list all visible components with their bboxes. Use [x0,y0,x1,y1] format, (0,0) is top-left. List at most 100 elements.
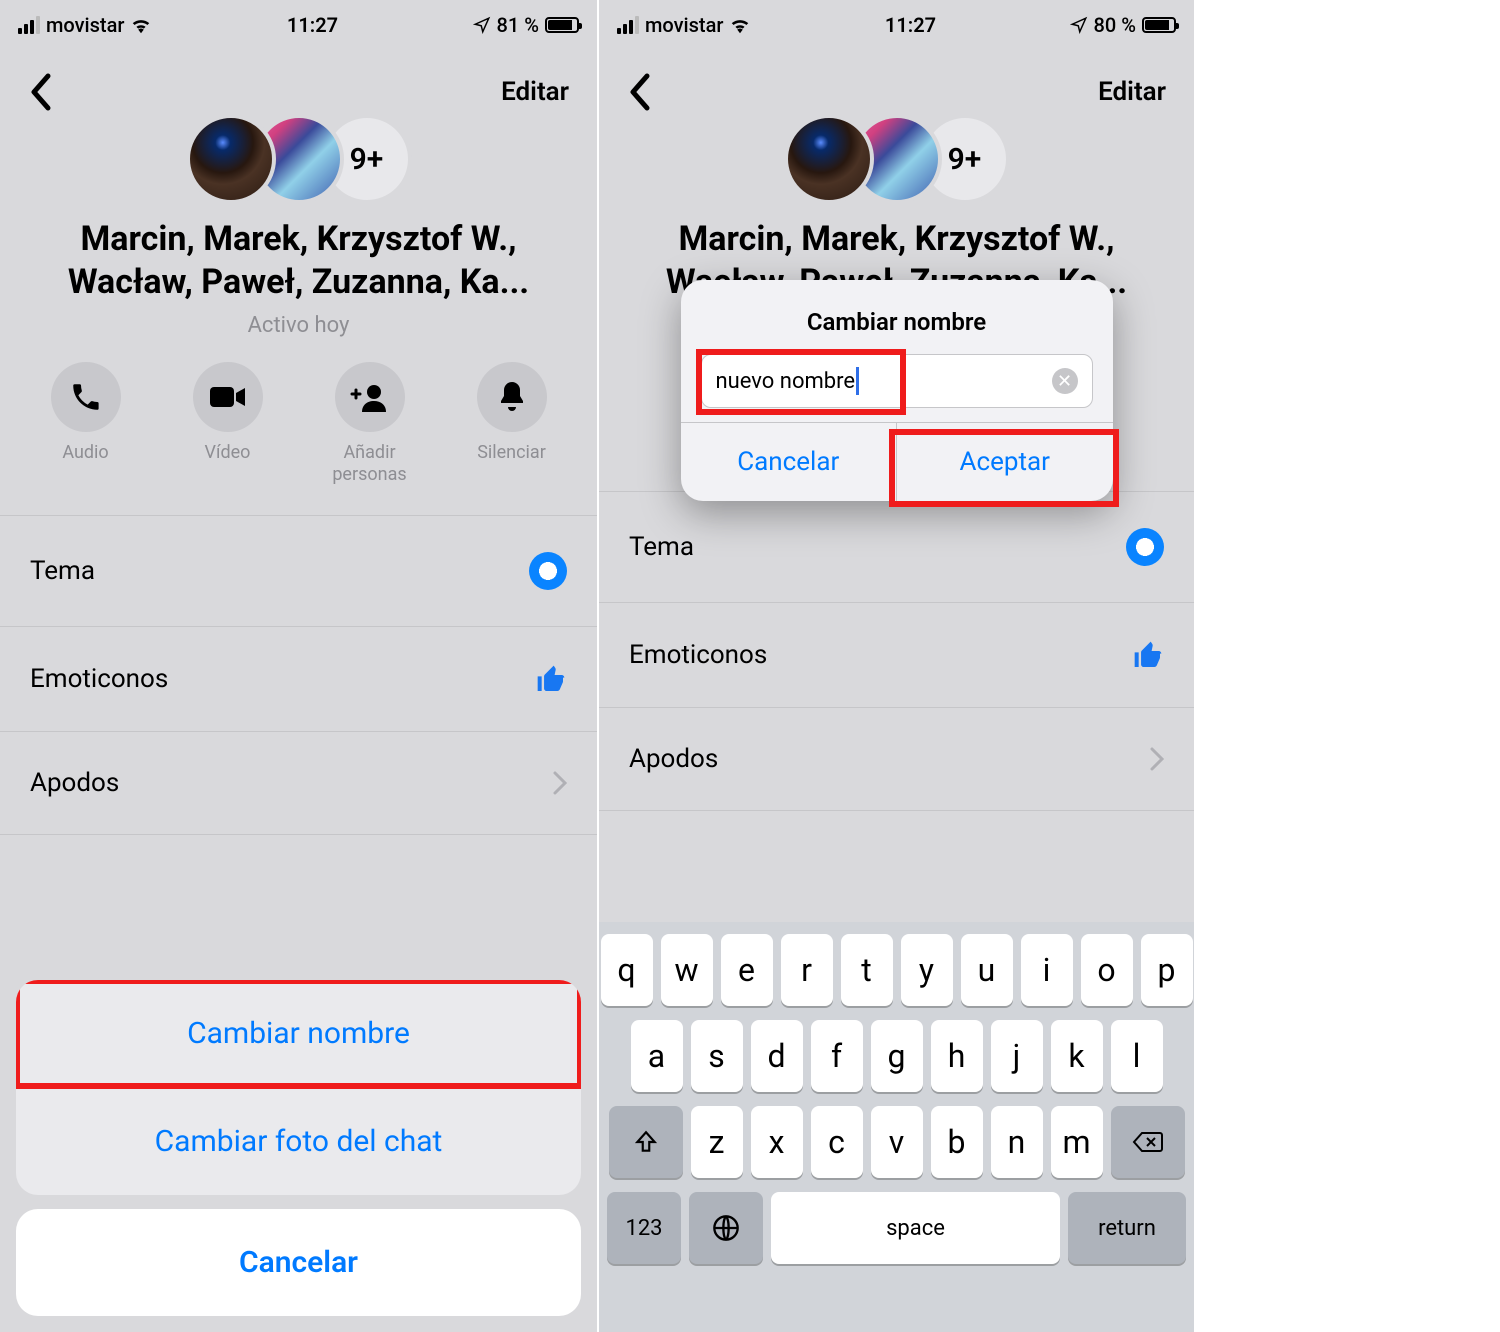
back-button[interactable] [627,72,651,112]
nav-bar: Editar [0,50,597,122]
key-w[interactable]: w [661,934,713,1006]
mute-label: Silenciar [477,442,546,464]
globe-key[interactable] [689,1192,763,1264]
video-call-button[interactable]: Vídeo [174,362,282,485]
key-i[interactable]: i [1021,934,1073,1006]
video-icon [193,362,263,432]
nicknames-row[interactable]: Apodos [599,708,1194,811]
add-label: Añadir personas [316,442,424,485]
active-status: Activo hoy [0,307,597,362]
status-time: 11:27 [885,13,936,37]
bell-icon [477,362,547,432]
emoji-label: Emoticonos [629,640,767,670]
back-button[interactable] [28,72,52,112]
add-person-icon [335,362,405,432]
location-icon [473,16,491,34]
backspace-key[interactable] [1111,1106,1185,1178]
clear-input-button[interactable]: ✕ [1052,368,1078,394]
key-n[interactable]: n [991,1106,1043,1178]
key-t[interactable]: t [841,934,893,1006]
key-j[interactable]: j [991,1020,1043,1092]
key-l[interactable]: l [1111,1020,1163,1092]
edit-button[interactable]: Editar [1098,77,1166,107]
return-key[interactable]: return [1068,1192,1186,1264]
status-left: movistar [617,13,751,37]
nav-bar: Editar [599,50,1194,122]
nicknames-row[interactable]: Apodos [0,732,597,835]
key-z[interactable]: z [691,1106,743,1178]
edit-button[interactable]: Editar [501,77,569,107]
numbers-key[interactable]: 123 [607,1192,681,1264]
nicknames-label: Apodos [629,744,718,774]
wifi-icon [729,16,751,34]
theme-color-icon [1126,528,1164,566]
chevron-right-icon [1150,747,1164,771]
key-p[interactable]: p [1141,934,1193,1006]
emoji-row[interactable]: Emoticonos [0,627,597,732]
status-right: 81 % [473,13,579,37]
name-input[interactable]: nuevo nombre ✕ [701,354,1093,408]
group-avatars[interactable]: 9+ [0,114,597,204]
emoji-row[interactable]: Emoticonos [599,603,1194,708]
carrier-label: movistar [46,13,124,37]
battery-icon [1142,17,1176,33]
key-g[interactable]: g [871,1020,923,1092]
settings-list: Tema Emoticonos Apodos [599,491,1194,811]
key-s[interactable]: s [691,1020,743,1092]
key-x[interactable]: x [751,1106,803,1178]
key-o[interactable]: o [1081,934,1133,1006]
avatar [784,114,874,204]
key-v[interactable]: v [871,1106,923,1178]
phone-icon [51,362,121,432]
group-name: Marcin, Marek, Krzysztof W., Wacław, Paw… [0,204,597,307]
key-e[interactable]: e [721,934,773,1006]
key-a[interactable]: a [631,1020,683,1092]
signal-icon [18,16,40,34]
key-b[interactable]: b [931,1106,983,1178]
input-text: nuevo nombre [716,369,856,394]
location-icon [1070,16,1088,34]
alert-accept-button[interactable]: Aceptar [896,423,1113,501]
thumbs-up-icon [535,663,567,695]
theme-row[interactable]: Tema [599,491,1194,603]
key-q[interactable]: q [601,934,653,1006]
chevron-right-icon [553,771,567,795]
theme-label: Tema [30,556,95,586]
text-caret [856,367,859,395]
add-people-button[interactable]: Añadir personas [316,362,424,485]
change-name-button[interactable]: Cambiar nombre [16,980,581,1087]
key-r[interactable]: r [781,934,833,1006]
change-photo-button[interactable]: Cambiar foto del chat [16,1087,581,1195]
alert-input-wrap: nuevo nombre ✕ [681,354,1113,422]
key-k[interactable]: k [1051,1020,1103,1092]
thumbs-up-icon [1132,639,1164,671]
key-u[interactable]: u [961,934,1013,1006]
action-sheet-group: Cambiar nombre Cambiar foto del chat [16,980,581,1195]
space-key[interactable]: space [771,1192,1060,1264]
wifi-icon [130,16,152,34]
video-label: Vídeo [205,442,251,464]
theme-row[interactable]: Tema [0,515,597,627]
key-d[interactable]: d [751,1020,803,1092]
key-c[interactable]: c [811,1106,863,1178]
battery-pct: 81 % [497,13,539,37]
screenshot-right: movistar 11:27 80 % Editar 9+ Marcin, Ma… [597,0,1194,1332]
keyboard-row-2: a s d f g h j k l [607,1020,1186,1092]
settings-list: Tema Emoticonos Apodos [0,515,597,835]
alert-cancel-button[interactable]: Cancelar [681,423,897,501]
key-f[interactable]: f [811,1020,863,1092]
sheet-cancel-button[interactable]: Cancelar [16,1209,581,1316]
screenshot-left: movistar 11:27 81 % Editar 9+ Marcin, Ma… [0,0,597,1332]
key-m[interactable]: m [1051,1106,1103,1178]
key-h[interactable]: h [931,1020,983,1092]
group-avatars[interactable]: 9+ [599,114,1194,204]
alert-title: Cambiar nombre [681,280,1113,354]
emoji-label: Emoticonos [30,664,168,694]
carrier-label: movistar [645,13,723,37]
key-y[interactable]: y [901,934,953,1006]
audio-label: Audio [62,442,108,464]
shift-key[interactable] [609,1106,683,1178]
audio-call-button[interactable]: Audio [32,362,140,485]
nicknames-label: Apodos [30,768,119,798]
mute-button[interactable]: Silenciar [458,362,566,485]
